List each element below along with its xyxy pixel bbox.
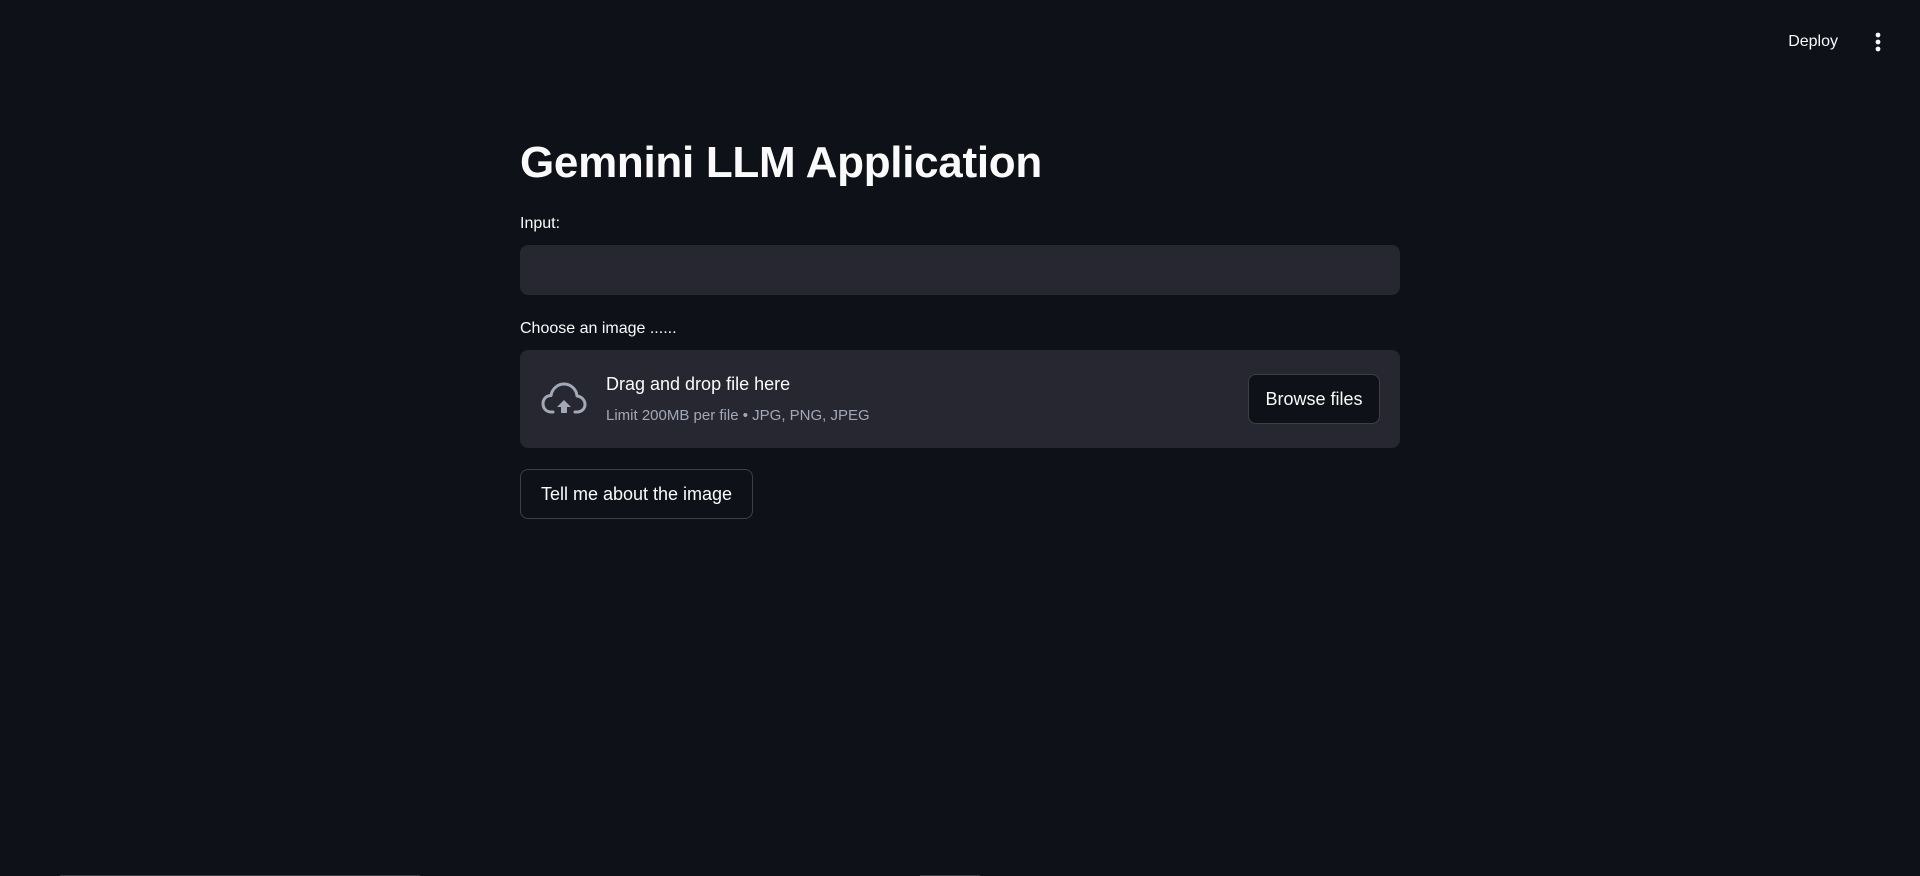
vertical-ellipsis-icon	[1875, 32, 1881, 52]
uploader-label: Choose an image ......	[520, 320, 677, 337]
cloud-upload-icon	[541, 382, 587, 414]
tell-me-about-image-button[interactable]: Tell me about the image	[520, 469, 753, 519]
browse-files-button[interactable]: Browse files	[1248, 374, 1380, 424]
file-dropzone[interactable]: Drag and drop file here Limit 200MB per …	[520, 350, 1400, 448]
drop-instructions: Drag and drop file here	[606, 374, 791, 394]
main-menu-button[interactable]	[1862, 26, 1894, 58]
app-root: Deploy Gemnini LLM Application Input: Ch…	[0, 0, 1920, 876]
top-toolbar: Deploy	[1778, 22, 1894, 62]
page-title: Gemnini LLM Application	[520, 138, 1042, 187]
upload-limit-text: Limit 200MB per file • JPG, PNG, JPEG	[606, 407, 870, 424]
deploy-button[interactable]: Deploy	[1778, 25, 1848, 59]
input-label: Input:	[520, 215, 561, 232]
prompt-input[interactable]	[520, 245, 1400, 295]
